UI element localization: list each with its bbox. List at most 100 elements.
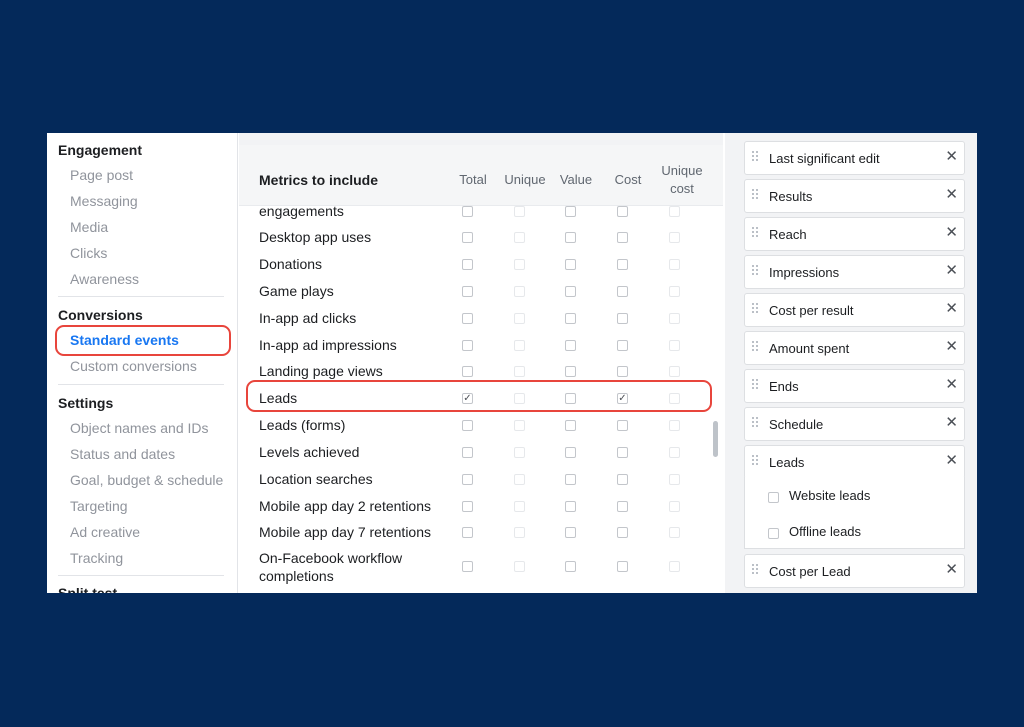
metric-checkbox[interactable] — [462, 420, 473, 431]
metric-checkbox[interactable] — [565, 561, 576, 572]
remove-icon[interactable]: ✕ — [945, 376, 958, 394]
metric-checkbox[interactable] — [565, 206, 576, 217]
sidebar-item-targeting[interactable]: Targeting — [70, 498, 128, 514]
metric-checkbox[interactable] — [669, 474, 680, 485]
metric-checkbox[interactable] — [514, 286, 525, 297]
metric-checkbox[interactable] — [669, 259, 680, 270]
metric-checkbox[interactable] — [565, 474, 576, 485]
metric-checkbox[interactable] — [669, 232, 680, 243]
selected-column-card[interactable]: Results ✕ — [744, 179, 965, 213]
metric-checkbox[interactable] — [565, 447, 576, 458]
metric-checkbox[interactable] — [617, 501, 628, 512]
drag-handle-icon[interactable] — [752, 227, 760, 241]
metric-checkbox[interactable] — [565, 340, 576, 351]
metric-checkbox[interactable] — [617, 420, 628, 431]
metric-checkbox[interactable] — [669, 420, 680, 431]
sidebar-item-page-post[interactable]: Page post — [70, 167, 133, 183]
sidebar-item-object-names[interactable]: Object names and IDs — [70, 420, 209, 436]
metric-checkbox[interactable] — [462, 206, 473, 217]
sidebar-item-goal-budget[interactable]: Goal, budget & schedule — [70, 472, 223, 488]
drag-handle-icon[interactable] — [752, 417, 760, 431]
metric-checkbox[interactable] — [617, 206, 628, 217]
metric-checkbox[interactable] — [617, 259, 628, 270]
metric-checkbox[interactable] — [514, 259, 525, 270]
remove-icon[interactable]: ✕ — [945, 338, 958, 356]
metric-checkbox[interactable] — [514, 474, 525, 485]
scrollbar-thumb[interactable] — [713, 421, 718, 457]
leads-sub-checkbox[interactable] — [768, 528, 779, 539]
metric-checkbox[interactable] — [462, 501, 473, 512]
metric-checkbox[interactable] — [669, 561, 680, 572]
metric-checkbox[interactable] — [669, 206, 680, 217]
sidebar-item-status-dates[interactable]: Status and dates — [70, 446, 175, 462]
metric-checkbox[interactable] — [565, 501, 576, 512]
selected-column-card[interactable]: Amount spent ✕ — [744, 331, 965, 365]
metric-checkbox[interactable] — [669, 366, 680, 377]
leads-sub-checkbox[interactable] — [768, 492, 779, 503]
metric-checkbox[interactable] — [514, 340, 525, 351]
metric-checkbox[interactable] — [514, 232, 525, 243]
remove-icon[interactable]: ✕ — [945, 186, 958, 204]
remove-icon[interactable]: ✕ — [945, 224, 958, 242]
metric-checkbox[interactable] — [669, 527, 680, 538]
metric-checkbox[interactable] — [514, 420, 525, 431]
sidebar-item-ad-creative[interactable]: Ad creative — [70, 524, 140, 540]
remove-icon[interactable]: ✕ — [945, 300, 958, 318]
metric-checkbox[interactable] — [617, 527, 628, 538]
metric-checkbox[interactable] — [669, 313, 680, 324]
metric-checkbox[interactable] — [514, 366, 525, 377]
selected-column-card[interactable]: Cost per result ✕ — [744, 293, 965, 327]
remove-icon[interactable]: ✕ — [945, 262, 958, 280]
drag-handle-icon[interactable] — [752, 303, 760, 317]
metric-checkbox[interactable] — [617, 561, 628, 572]
metric-checkbox[interactable] — [462, 313, 473, 324]
sidebar-item-awareness[interactable]: Awareness — [70, 271, 139, 287]
sidebar-item-messaging[interactable]: Messaging — [70, 193, 138, 209]
leads-sub-option[interactable]: Offline leads — [744, 513, 965, 549]
metric-checkbox[interactable] — [669, 340, 680, 351]
drag-handle-icon[interactable] — [752, 564, 760, 578]
metric-checkbox[interactable] — [565, 366, 576, 377]
drag-handle-icon[interactable] — [752, 341, 760, 355]
selected-column-card[interactable]: Ends ✕ — [744, 369, 965, 403]
drag-handle-icon[interactable] — [752, 455, 760, 469]
metric-checkbox[interactable] — [617, 474, 628, 485]
metric-checkbox[interactable] — [669, 286, 680, 297]
metric-checkbox[interactable] — [565, 527, 576, 538]
metric-checkbox[interactable] — [514, 501, 525, 512]
metric-checkbox[interactable] — [565, 313, 576, 324]
selected-column-card[interactable]: Cost per Lead ✕ — [744, 554, 965, 588]
selected-column-card[interactable]: Schedule ✕ — [744, 407, 965, 441]
sidebar-item-custom-conversions[interactable]: Custom conversions — [70, 358, 197, 374]
metric-checkbox[interactable] — [514, 313, 525, 324]
metric-checkbox[interactable] — [514, 527, 525, 538]
metric-checkbox[interactable] — [565, 420, 576, 431]
drag-handle-icon[interactable] — [752, 379, 760, 393]
metric-checkbox[interactable] — [462, 527, 473, 538]
metric-checkbox[interactable] — [462, 447, 473, 458]
leads-sub-option[interactable]: Website leads — [744, 477, 965, 513]
metric-checkbox[interactable] — [462, 366, 473, 377]
selected-column-card[interactable]: Reach ✕ — [744, 217, 965, 251]
metric-checkbox[interactable] — [617, 232, 628, 243]
remove-icon[interactable]: ✕ — [945, 148, 958, 166]
metric-checkbox[interactable] — [462, 232, 473, 243]
metric-checkbox[interactable] — [669, 501, 680, 512]
remove-icon[interactable]: ✕ — [945, 452, 958, 470]
metric-checkbox[interactable] — [462, 286, 473, 297]
metric-checkbox[interactable] — [617, 447, 628, 458]
metric-checkbox[interactable] — [462, 474, 473, 485]
drag-handle-icon[interactable] — [752, 151, 760, 165]
drag-handle-icon[interactable] — [752, 189, 760, 203]
metric-checkbox[interactable] — [617, 313, 628, 324]
remove-icon[interactable]: ✕ — [945, 414, 958, 432]
metric-checkbox[interactable] — [514, 206, 525, 217]
metric-checkbox[interactable] — [617, 366, 628, 377]
metric-checkbox[interactable] — [565, 232, 576, 243]
metric-checkbox[interactable] — [462, 340, 473, 351]
sidebar-item-clicks[interactable]: Clicks — [70, 245, 107, 261]
metric-checkbox[interactable] — [514, 447, 525, 458]
metric-checkbox[interactable] — [617, 286, 628, 297]
selected-column-card[interactable]: Last significant edit ✕ — [744, 141, 965, 175]
metric-checkbox[interactable] — [565, 259, 576, 270]
